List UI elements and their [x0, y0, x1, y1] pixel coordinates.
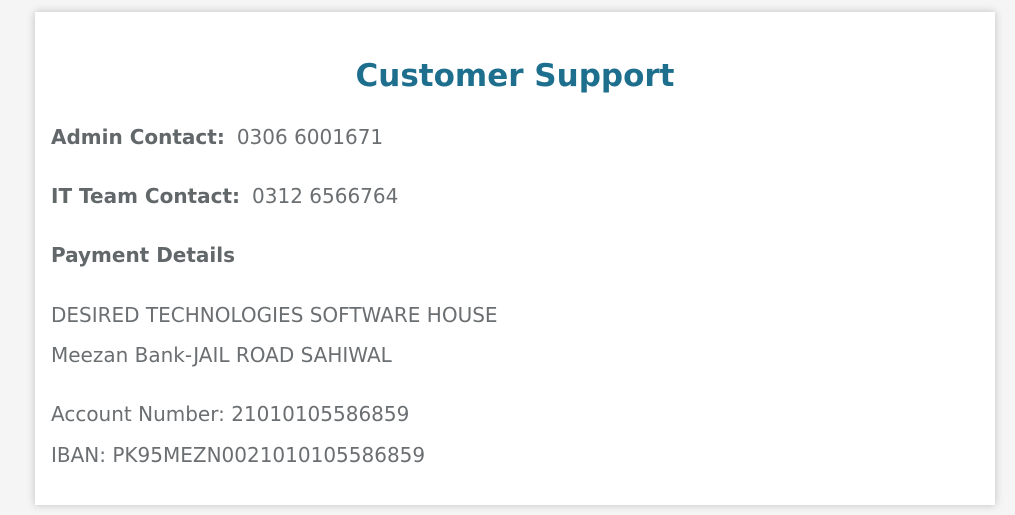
it-contact-value: 0312 6566764: [252, 184, 399, 208]
account-number: Account Number: 21010105586859: [51, 402, 410, 426]
company-name: DESIRED TECHNOLOGIES SOFTWARE HOUSE: [51, 303, 498, 327]
customer-support-card: Customer Support Admin Contact: 0306 6001…: [35, 12, 995, 505]
iban-number: IBAN: PK95MEZN0021010105586859: [51, 443, 426, 467]
admin-contact-label: Admin Contact:: [51, 125, 225, 149]
payment-details-heading: Payment Details: [51, 243, 236, 267]
page-title: Customer Support: [355, 58, 675, 94]
it-contact-row: IT Team Contact: 0312 6566764: [51, 183, 398, 209]
it-contact-label: IT Team Contact:: [51, 184, 241, 208]
bank-name: Meezan Bank-JAIL ROAD SAHIWAL: [51, 343, 392, 367]
admin-contact-row: Admin Contact: 0306 6001671: [51, 124, 383, 150]
admin-contact-value: 0306 6001671: [236, 125, 384, 149]
